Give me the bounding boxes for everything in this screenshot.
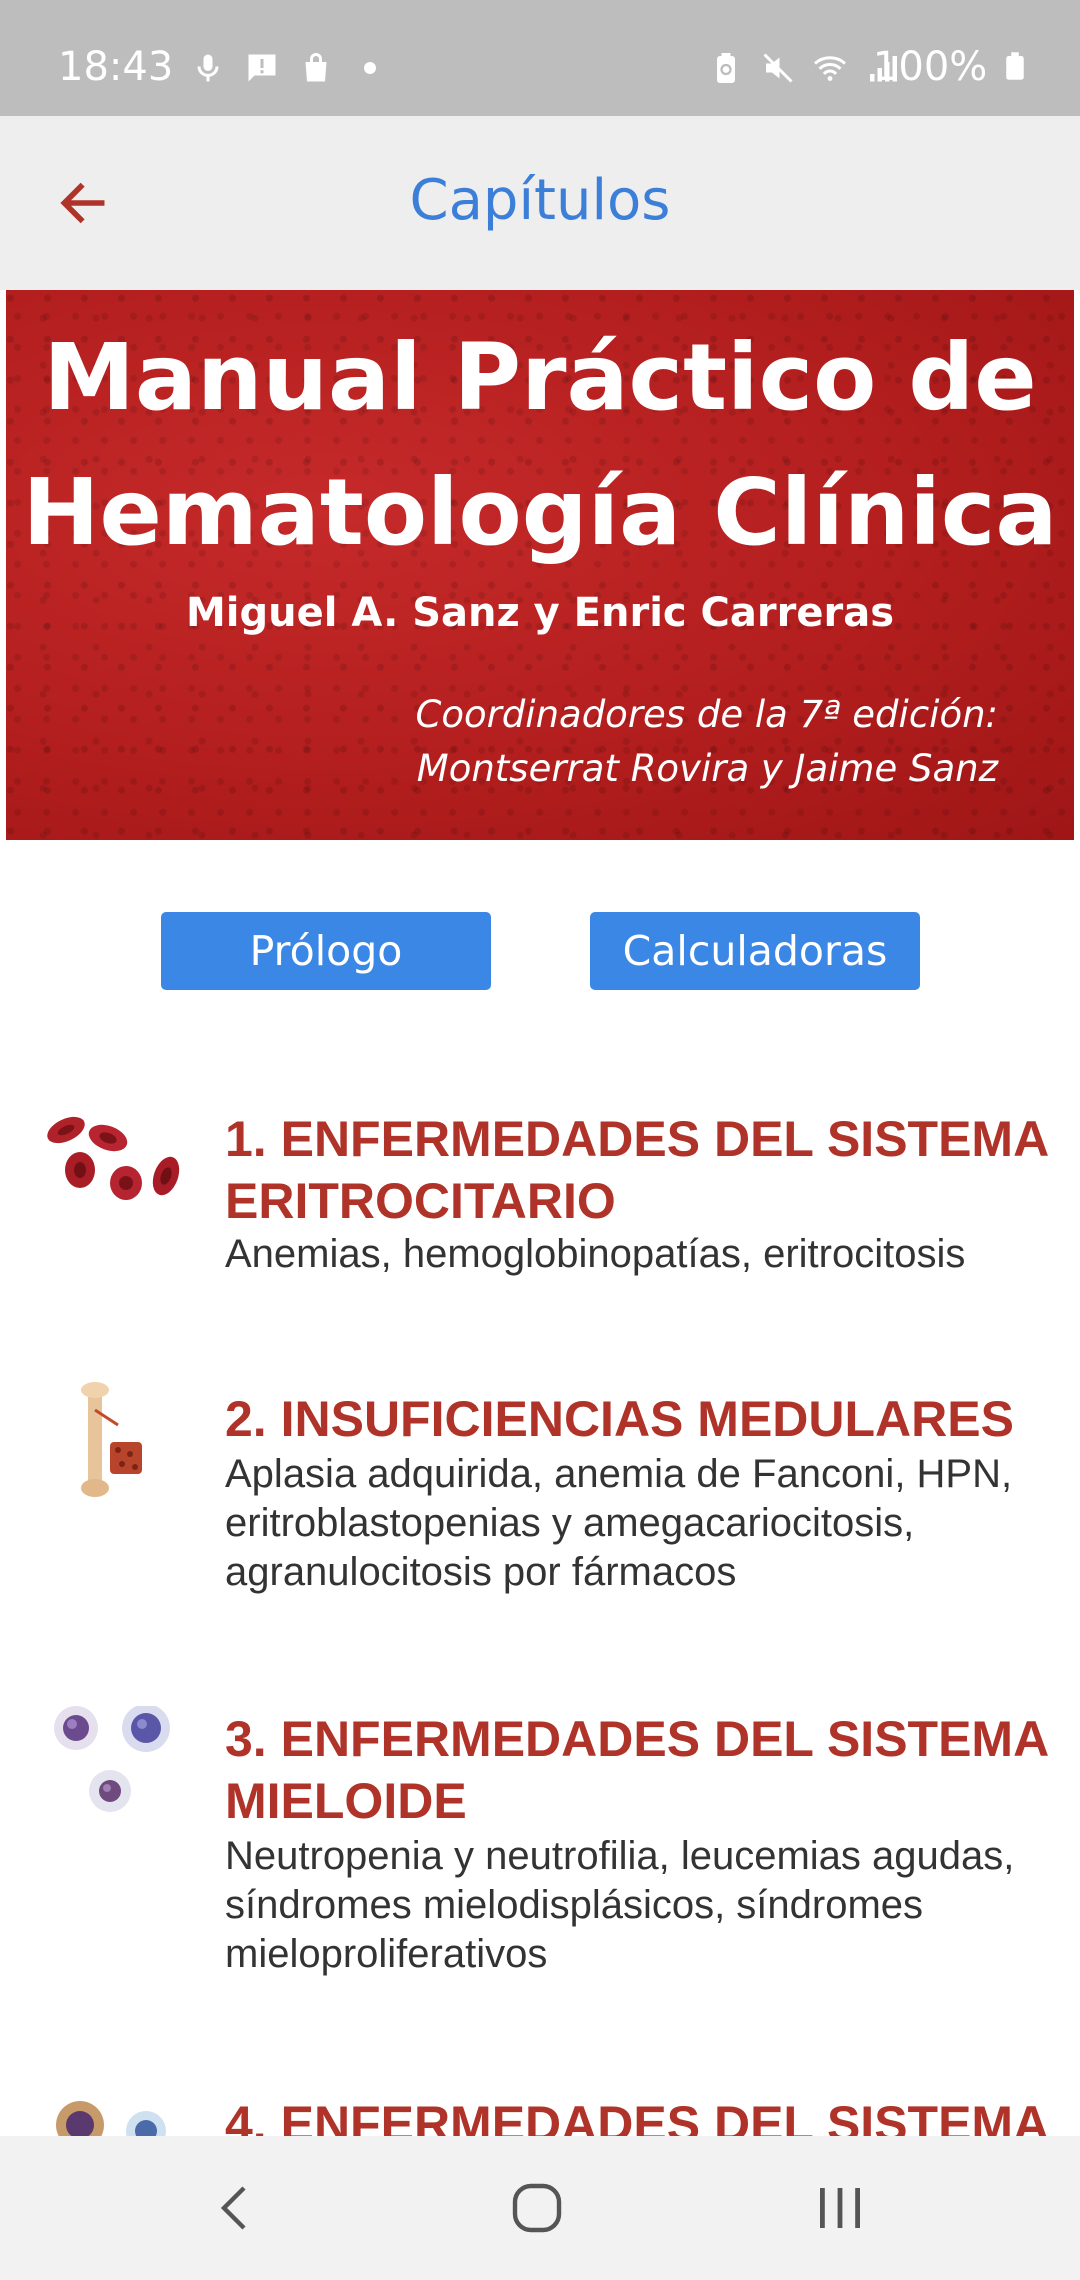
chapter-title: 1. ENFERMEDADES DEL SISTEMA ERITROCITARI… — [225, 1111, 1048, 1229]
wifi-icon — [814, 56, 846, 81]
dot-icon — [364, 62, 376, 74]
mic-icon — [197, 54, 219, 82]
book-title-line2: Hematología Clínica — [22, 459, 1058, 566]
chapter-description: Aplasia adquirida, anemia de Fanconi, HP… — [225, 1452, 1013, 1594]
system-navigation-bar — [0, 2136, 1080, 2280]
status-bar: 18:43 100% — [0, 0, 1080, 116]
coordinators-line1: Coordinadores de la 7ª edición: — [415, 693, 998, 736]
chapter-description: Neutropenia y neutrofilia, leucemias agu… — [225, 1834, 1015, 1976]
calculadoras-button[interactable]: Calculadoras — [590, 912, 920, 990]
nav-recent-apps-icon — [820, 2188, 860, 2228]
coordinators-line2: Montserrat Rovira y Jaime Sanz — [416, 747, 998, 790]
prologo-button[interactable]: Prólogo — [161, 912, 491, 990]
app-bar: Capítulos — [0, 116, 1080, 290]
book-cover-banner: Manual Práctico de Hematología Clínica M… — [6, 290, 1074, 840]
bone-marrow-icon — [81, 1382, 142, 1497]
nav-back-icon — [220, 2186, 246, 2230]
battery-percentage: 100% — [873, 44, 1030, 90]
book-title-line1: Manual Práctico de — [43, 324, 1037, 431]
chapter-title: 2. INSUFICIENCIAS MEDULARES — [225, 1391, 1014, 1447]
message-alert-icon — [248, 54, 276, 82]
nav-home-icon — [512, 2183, 562, 2233]
myeloid-cells-icon — [54, 1706, 170, 1812]
nav-back-button[interactable] — [194, 2172, 274, 2244]
status-time: 18:43 — [58, 44, 174, 90]
mute-icon — [763, 53, 793, 83]
shopping-bag-icon — [305, 53, 327, 82]
book-coordinators: Coordinadores de la 7ª edición: Montserr… — [415, 688, 998, 796]
nav-home-button[interactable] — [497, 2172, 577, 2244]
battery-icon — [1006, 52, 1024, 80]
nav-recent-apps-button[interactable] — [800, 2172, 880, 2244]
battery-saver-icon — [717, 53, 735, 83]
book-title: Manual Práctico de Hematología Clínica — [6, 310, 1074, 580]
red-blood-cells-icon — [47, 1116, 180, 1200]
chapter-title: 3. ENFERMEDADES DEL SISTEMA MIELOIDE — [225, 1711, 1048, 1829]
book-authors: Miguel A. Sanz y Enric Carreras — [185, 590, 895, 636]
chapter-description: Anemias, hemoglobinopatías, eritrocitosi… — [225, 1232, 966, 1276]
page-title: Capítulos — [409, 168, 671, 233]
